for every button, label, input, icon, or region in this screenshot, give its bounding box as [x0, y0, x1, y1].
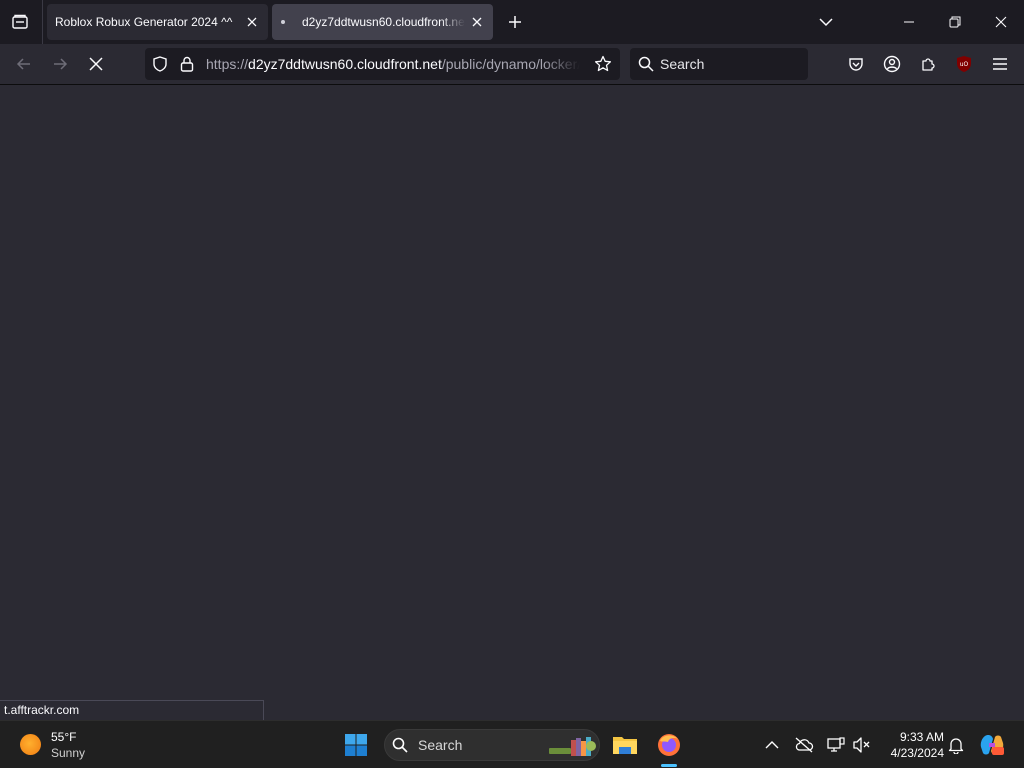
minimize-button[interactable] [886, 0, 932, 44]
show-hidden-icons-button[interactable] [756, 729, 788, 761]
folder-icon [613, 737, 637, 754]
clock-time: 9:33 AM [899, 730, 944, 744]
menu-button[interactable] [984, 48, 1016, 80]
url-path: /public/dynamo/locker/ [441, 56, 580, 72]
copilot-button[interactable] [976, 729, 1008, 761]
status-url: t.afftrackr.com [0, 700, 264, 720]
close-window-button[interactable] [978, 0, 1024, 44]
books-highlight-icon [549, 737, 596, 756]
ublock-badge-text: uO [960, 61, 969, 68]
close-icon [247, 17, 257, 27]
close-icon [472, 17, 482, 27]
ublock-shield-icon: uO [957, 56, 971, 72]
weather-condition: Sunny [51, 746, 86, 760]
minimize-icon [904, 21, 914, 23]
clock-date: 4/23/2024 [890, 746, 944, 760]
url-scheme: https:// [206, 56, 249, 72]
pocket-icon [849, 58, 863, 71]
tab-separator [42, 0, 43, 44]
arrow-left-icon [16, 58, 30, 70]
volume-button[interactable] [846, 729, 878, 761]
search-placeholder: Search [660, 56, 705, 72]
sun-icon [20, 734, 41, 755]
notifications-button[interactable] [940, 729, 972, 761]
search-icon [392, 737, 408, 758]
restore-button[interactable] [932, 0, 978, 44]
search-bar[interactable]: Search [630, 48, 808, 80]
forward-button[interactable] [44, 48, 76, 80]
network-icon [827, 737, 845, 752]
navigation-toolbar: https://d2yz7ddtwusn60.cloudfront.net/pu… [0, 44, 1024, 85]
restore-icon [949, 16, 961, 28]
address-bar[interactable]: https://d2yz7ddtwusn60.cloudfront.net/pu… [145, 48, 620, 80]
onedrive-button[interactable] [788, 729, 820, 761]
taskbar-search-box[interactable]: Search [384, 729, 600, 761]
start-button[interactable] [340, 729, 372, 761]
new-tab-button[interactable] [501, 6, 529, 38]
file-explorer-button[interactable] [609, 729, 641, 761]
weather-widget[interactable]: 55°F Sunny [20, 729, 120, 761]
bookmark-star-icon[interactable] [593, 54, 613, 74]
stop-button[interactable] [80, 48, 112, 80]
firefox-icon [658, 734, 680, 756]
url-text[interactable]: https://d2yz7ddtwusn60.cloudfront.net/pu… [206, 48, 580, 80]
taskbar-search-placeholder: Search [418, 737, 463, 753]
system-clock[interactable]: 9:33 AM 4/23/2024 [880, 729, 944, 761]
hamburger-icon [993, 58, 1007, 70]
lock-icon[interactable] [177, 54, 197, 74]
weather-temperature: 55°F [51, 730, 77, 744]
plus-icon [509, 16, 521, 28]
tab-strip: Roblox Robux Generator 2024 ^^ d2yz7ddtw… [0, 0, 1024, 44]
account-button[interactable] [876, 48, 908, 80]
cloud-offline-icon [795, 737, 814, 753]
tab-title: Roblox Robux Generator 2024 ^^ [55, 15, 233, 29]
firefox-taskbar-button[interactable] [653, 729, 685, 761]
speaker-muted-icon [853, 737, 870, 753]
pocket-button[interactable] [840, 48, 872, 80]
tab-close-button[interactable] [467, 12, 487, 32]
tab-title: d2yz7ddtwusn60.cloudfront.net [302, 15, 465, 29]
windows-taskbar: 55°F Sunny Search 9:33 AM 4/23/2024 [0, 720, 1024, 768]
tab-roblox-generator[interactable]: Roblox Robux Generator 2024 ^^ [47, 4, 268, 40]
stop-icon [89, 57, 103, 71]
puzzle-icon [922, 58, 935, 71]
page-content [0, 85, 1024, 720]
ublock-origin-button[interactable]: uO [948, 48, 980, 80]
tab-cloudfront[interactable]: d2yz7ddtwusn60.cloudfront.net [272, 4, 493, 40]
extensions-button[interactable] [912, 48, 944, 80]
account-icon [883, 55, 901, 73]
close-icon [995, 16, 1007, 28]
chevron-up-icon [765, 741, 779, 749]
active-app-indicator [661, 764, 677, 767]
tab-loading-indicator [281, 20, 285, 24]
arrow-right-icon [54, 58, 68, 70]
firefox-view-button[interactable] [4, 6, 36, 38]
shield-icon[interactable] [150, 54, 170, 74]
firefox-view-icon [12, 14, 28, 29]
back-button[interactable] [8, 48, 40, 80]
copilot-icon [980, 735, 1004, 755]
windows-logo-icon [345, 734, 367, 756]
tab-close-button[interactable] [242, 12, 262, 32]
url-host: d2yz7ddtwusn60.cloudfront.net [248, 56, 442, 72]
search-icon [638, 56, 654, 77]
list-all-tabs-button[interactable] [810, 6, 842, 38]
bell-icon [948, 738, 964, 754]
chevron-down-icon [819, 18, 833, 27]
